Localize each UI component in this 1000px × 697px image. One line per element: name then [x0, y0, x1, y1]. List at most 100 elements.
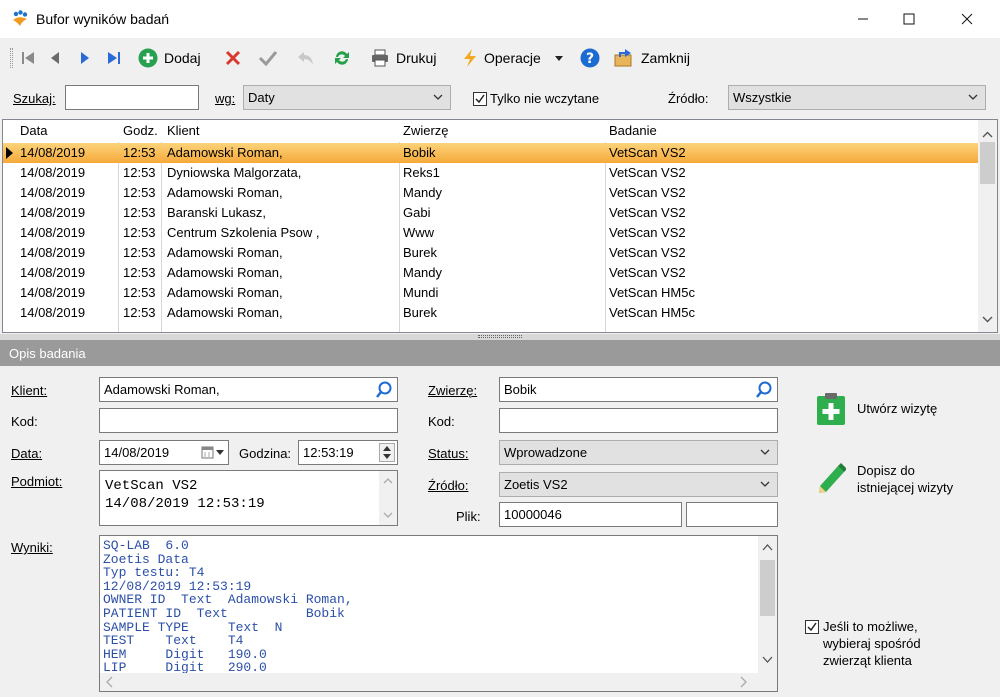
animal-field[interactable]: Bobik — [499, 377, 778, 402]
file-field-secondary[interactable] — [686, 502, 778, 527]
table-row[interactable]: 14/08/2019 12:53 Adamowski Roman, Bobik VetS… — [3, 143, 978, 163]
column-header-client[interactable]: Klient — [167, 123, 200, 138]
table-row[interactable]: 14/08/2019 12:53 Adamowski Roman, Mandy VetS… — [3, 183, 978, 203]
cell-date: 14/08/2019 — [20, 145, 86, 160]
cell-client: Dyniowska Malgorzata, — [167, 165, 302, 180]
cell-test: VetScan VS2 — [609, 165, 686, 180]
create-visit-button[interactable]: Utwórz wizytę — [816, 392, 937, 429]
maximize-button[interactable] — [886, 0, 932, 38]
results-vertical-scrollbar[interactable] — [758, 536, 777, 673]
results-horizontal-scrollbar[interactable] — [100, 673, 777, 691]
search-by-select[interactable]: Daty — [243, 85, 451, 110]
table-row[interactable]: 14/08/2019 12:53 Adamowski Roman, Mandy VetS… — [3, 263, 978, 283]
subject-scrollbar[interactable] — [379, 471, 397, 525]
scroll-thumb[interactable] — [980, 142, 995, 184]
animal-code-field[interactable] — [499, 408, 778, 433]
cell-animal: Mundi — [403, 285, 439, 300]
column-header-date[interactable]: Data — [20, 123, 47, 138]
first-record-button[interactable] — [20, 38, 36, 78]
column-header-animal[interactable]: Zwierzę — [403, 123, 449, 138]
table-row[interactable]: 14/08/2019 12:53 Dyniowska Malgorzata, Reks… — [3, 163, 978, 183]
cell-date: 14/08/2019 — [20, 225, 86, 240]
table-row[interactable]: 14/08/2019 12:53 Adamowski Roman, Burek VetS… — [3, 243, 978, 263]
source-label: Źródło: — [668, 91, 709, 106]
cell-time: 12:53 — [123, 145, 156, 160]
refresh-button[interactable] — [332, 38, 352, 78]
help-button[interactable]: ? — [580, 38, 600, 78]
close-button[interactable]: Zamknij — [613, 38, 690, 78]
minimize-button[interactable] — [840, 0, 886, 38]
checkbox-checked-icon — [805, 620, 819, 634]
operations-menu-button[interactable]: Operacje — [462, 38, 563, 78]
file-label: Plik: — [456, 509, 481, 524]
add-visit-icon — [816, 392, 846, 429]
cell-date: 14/08/2019 — [20, 245, 86, 260]
close-window-button[interactable] — [944, 0, 990, 38]
results-grid[interactable]: Data Godz. Klient Zwierzę Badanie 14/08/… — [2, 119, 998, 333]
cell-test: VetScan VS2 — [609, 225, 686, 240]
search-by-label: wg: — [215, 91, 236, 106]
search-icon[interactable] — [375, 381, 393, 402]
cell-date: 14/08/2019 — [20, 305, 86, 320]
table-row[interactable]: 14/08/2019 12:53 Centrum Szkolenia Psow , W… — [3, 223, 978, 243]
cell-test: VetScan HM5c — [609, 285, 695, 300]
source-select[interactable]: Wszystkie — [728, 85, 986, 110]
column-header-test[interactable]: Badanie — [609, 123, 657, 138]
search-input[interactable] — [65, 85, 199, 110]
toolbar: Dodaj Drukuj Operacje ? Zamknij — [0, 38, 1000, 78]
time-label: Godzina: — [239, 446, 292, 461]
section-header: Opis badania — [0, 340, 1000, 366]
filter-bar: Szukaj: wg: Daty Tylko nie wczytane Źród… — [0, 78, 1000, 118]
delete-button[interactable] — [224, 38, 242, 78]
cell-date: 14/08/2019 — [20, 285, 86, 300]
file-field[interactable]: 10000046 — [499, 502, 682, 527]
time-spinner[interactable] — [379, 443, 395, 462]
date-picker[interactable]: 14/08/2019 — [99, 440, 229, 465]
column-header-time[interactable]: Godz. — [123, 123, 158, 138]
animal-label: Zwierzę: — [428, 383, 478, 398]
unread-only-checkbox[interactable]: Tylko nie wczytane — [473, 91, 599, 106]
section-title: Opis badania — [9, 346, 86, 361]
cell-animal: Mandy — [403, 185, 443, 200]
cell-time: 12:53 — [123, 245, 156, 260]
cell-date: 14/08/2019 — [20, 205, 86, 220]
next-record-button[interactable] — [77, 38, 93, 78]
chevron-down-icon — [759, 446, 771, 461]
cell-test: VetScan VS2 — [609, 205, 686, 220]
time-field[interactable]: 12:53:19 — [298, 440, 398, 465]
cell-test: VetScan HM5c — [609, 305, 695, 320]
table-row[interactable]: 14/08/2019 12:53 Adamowski Roman, Mundi VetS… — [3, 283, 978, 303]
subject-textarea[interactable]: VetScan VS2 14/08/2019 12:53:19 — [99, 470, 398, 526]
calendar-icon[interactable] — [201, 445, 224, 459]
undo-icon — [296, 49, 316, 67]
status-select[interactable]: Wprowadzone — [499, 440, 778, 465]
last-record-button[interactable] — [106, 38, 122, 78]
title-bar: Bufor wyników badań — [0, 0, 1000, 38]
previous-record-button[interactable] — [47, 38, 63, 78]
scroll-down-icon[interactable] — [982, 311, 993, 326]
grid-scrollbar[interactable] — [978, 120, 997, 332]
client-field[interactable]: Adamowski Roman, — [99, 377, 398, 402]
search-label: Szukaj: — [13, 91, 56, 106]
add-button[interactable]: Dodaj — [138, 38, 201, 78]
last-icon — [106, 50, 122, 66]
cell-animal: Mandy — [403, 265, 443, 280]
checkbox-checked-icon — [473, 91, 487, 106]
detail-source-select[interactable]: Zoetis VS2 — [499, 472, 778, 497]
add-icon — [138, 48, 158, 68]
append-to-visit-button[interactable]: Dopisz do istniejącej wizyty — [816, 462, 953, 497]
table-row[interactable]: 14/08/2019 12:53 Adamowski Roman, Burek VetS… — [3, 303, 978, 323]
cell-animal: Burek — [403, 245, 437, 260]
scroll-up-icon[interactable] — [982, 126, 993, 141]
confirm-button[interactable] — [258, 38, 278, 78]
prefer-client-animals-checkbox[interactable]: Jeśli to możliwe, wybieraj spośród zwier… — [805, 618, 921, 669]
code-field[interactable] — [99, 408, 398, 433]
cell-client: Adamowski Roman, — [167, 305, 283, 320]
search-icon[interactable] — [755, 381, 773, 402]
print-button[interactable]: Drukuj — [370, 38, 436, 78]
results-textarea[interactable]: SQ-LAB 6.0 Zoetis Data Typ testu: T4 12/… — [99, 535, 778, 692]
table-row[interactable]: 14/08/2019 12:53 Baranski Lukasz, Gabi VetSc… — [3, 203, 978, 223]
undo-button[interactable] — [296, 38, 316, 78]
cell-animal: Burek — [403, 305, 437, 320]
cell-client: Adamowski Roman, — [167, 285, 283, 300]
